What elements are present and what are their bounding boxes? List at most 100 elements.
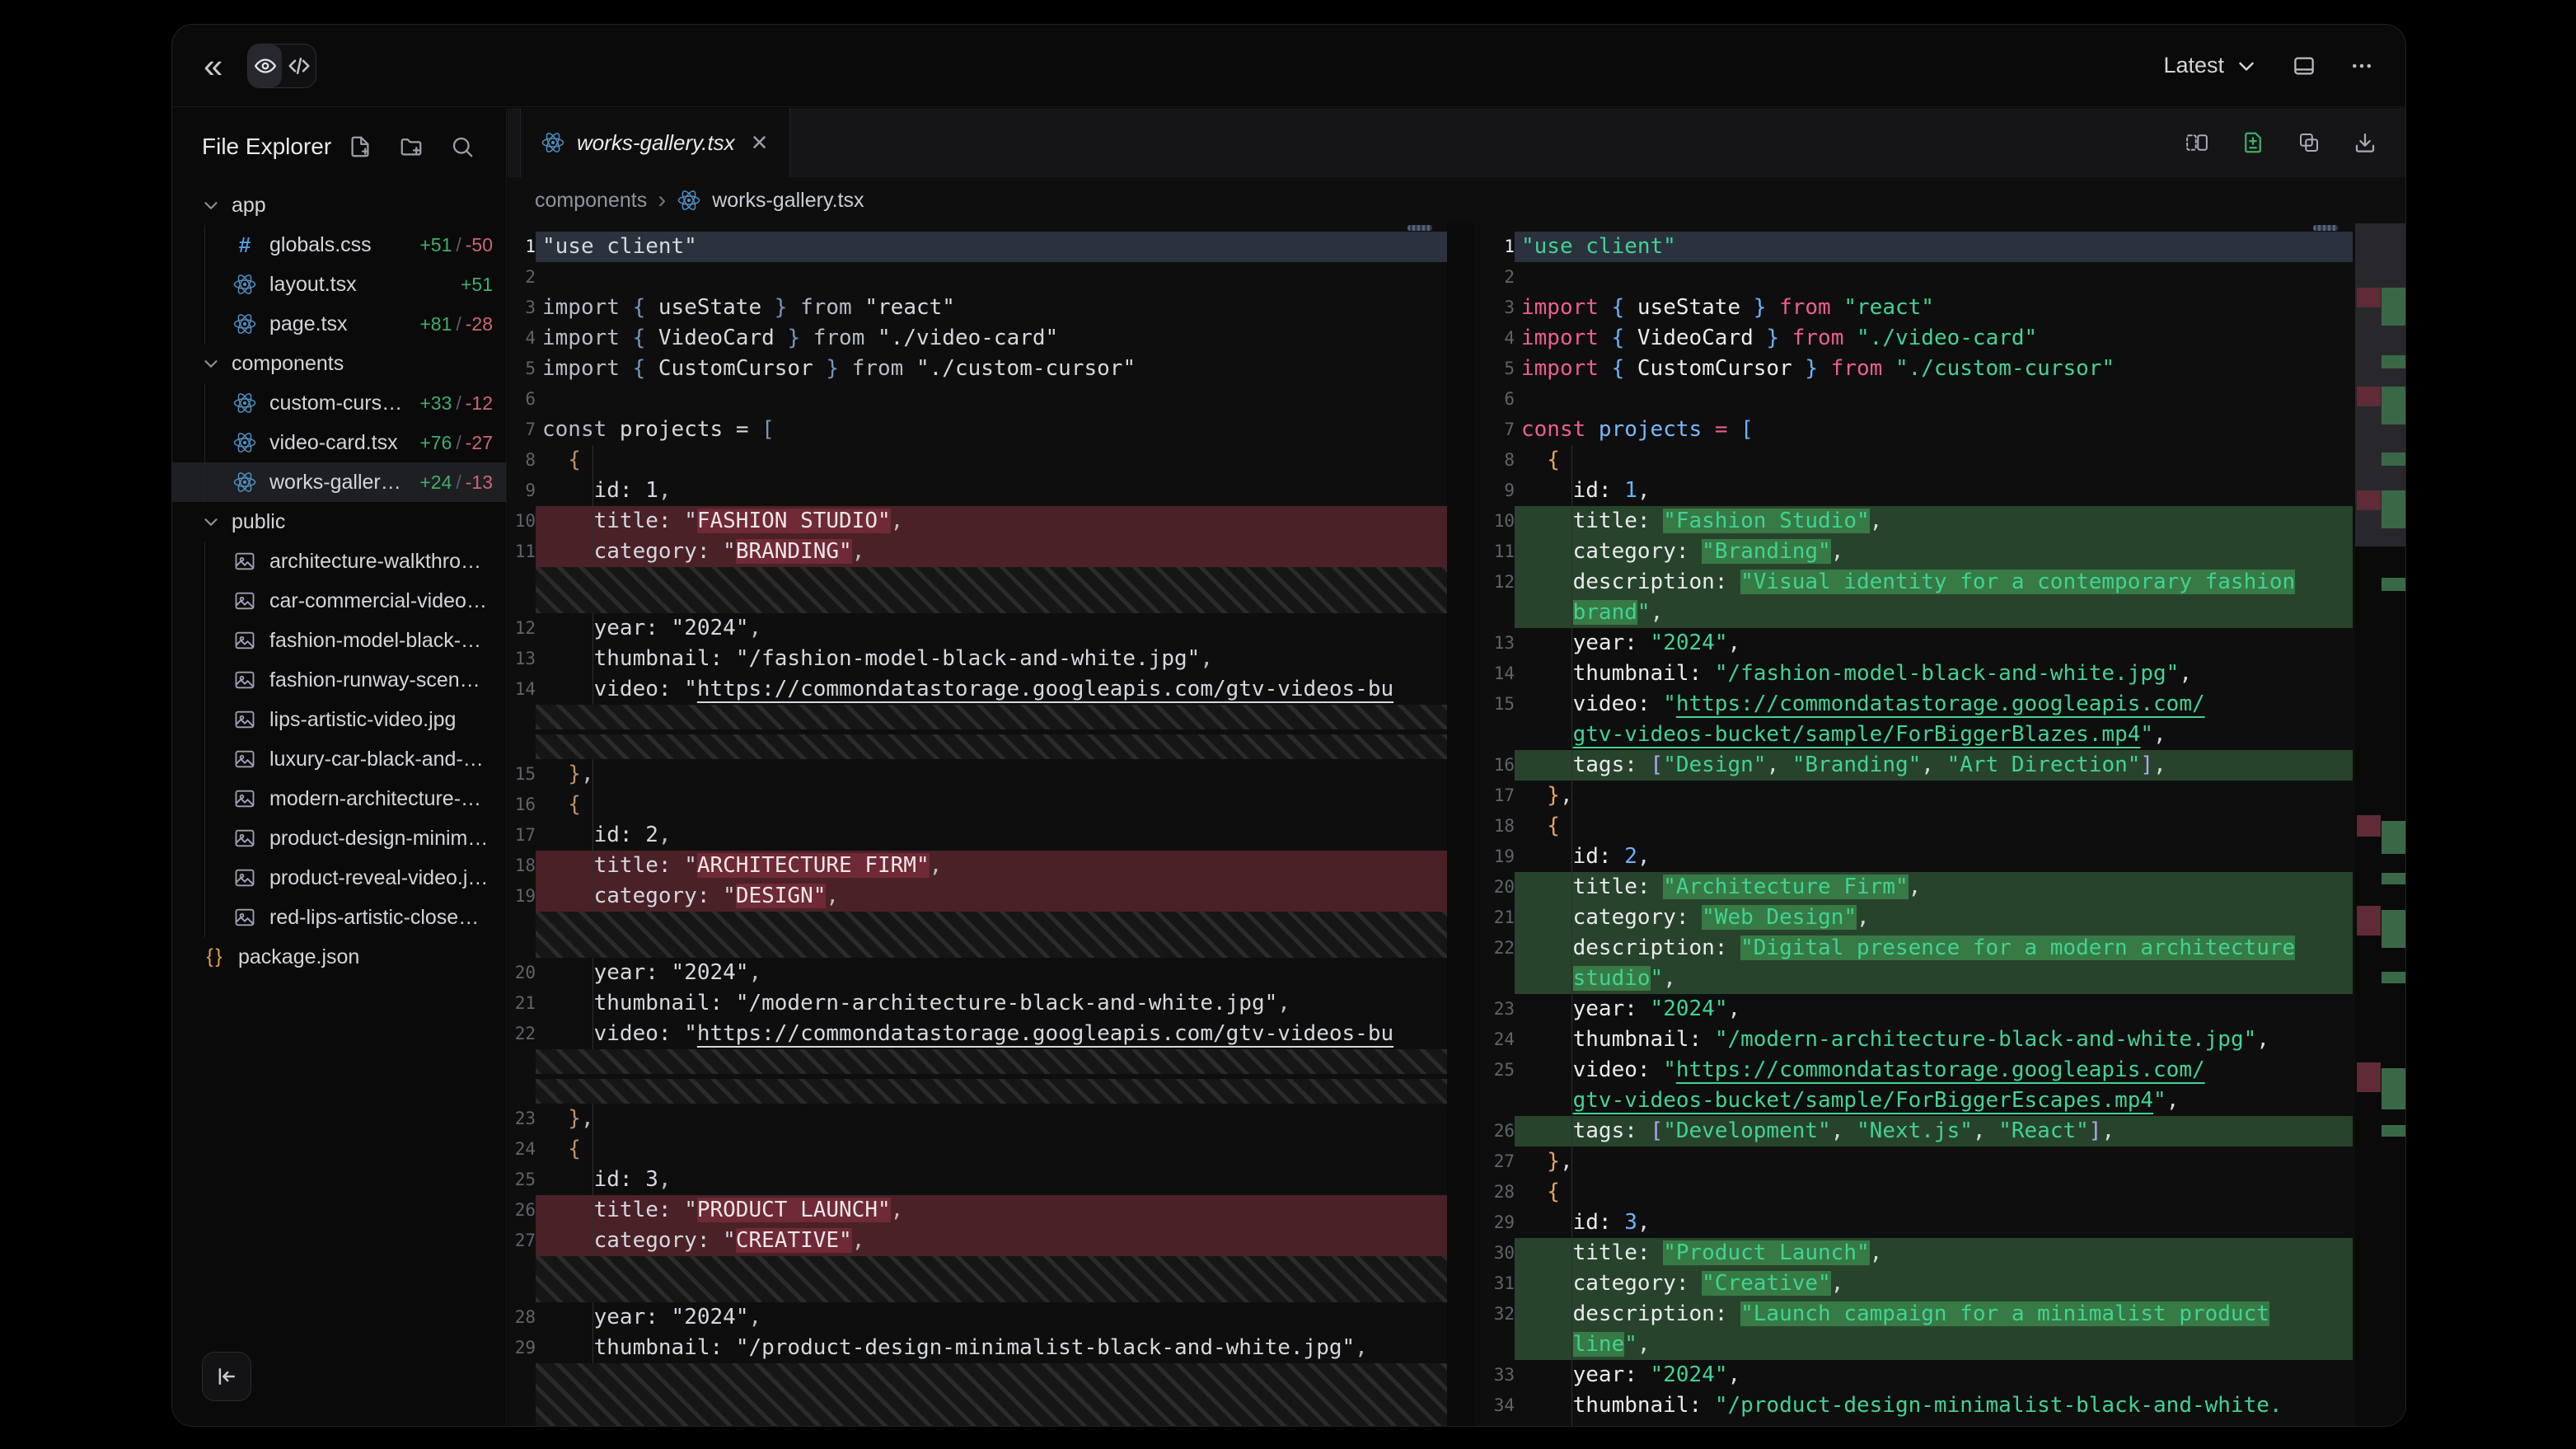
code-line: 4import { VideoCard } from "./video-card… — [508, 323, 1447, 354]
close-tab-icon[interactable]: × — [752, 129, 768, 157]
code-line: 30 title: "Product Launch", — [1475, 1238, 2353, 1268]
file-item-car-commercial-video[interactable]: car-commercial-video… — [172, 581, 506, 621]
code-line: 27 category: "CREATIVE", — [508, 1226, 1447, 1256]
code-line: 25 video: "https://commondatastorage.goo… — [1475, 1055, 2353, 1086]
line-number: 2 — [1475, 262, 1515, 293]
tab-works-gallery[interactable]: works-gallery.tsx × — [520, 108, 790, 177]
file-item-globals.css[interactable]: #globals.css+51/-50 — [172, 225, 506, 265]
collapsed-region-spacer — [536, 734, 1447, 759]
code-toggle-button[interactable] — [282, 45, 316, 87]
item-label: custom-curs… — [269, 392, 402, 415]
diff-stats: +33/-12 — [411, 392, 493, 415]
ruler-addition-mark — [2382, 387, 2405, 424]
ruler-addition-mark — [2382, 873, 2405, 884]
file-item-luxury-car-black-and-[interactable]: luxury-car-black-and-… — [172, 739, 506, 779]
download-button[interactable] — [2353, 130, 2377, 155]
file-item-red-lips-artistic-close[interactable]: red-lips-artistic-close… — [172, 898, 506, 937]
breadcrumb-folder[interactable]: components — [535, 189, 647, 213]
diff-stats: +81/-28 — [411, 313, 493, 335]
item-label: globals.css — [269, 233, 372, 257]
file-item-product-reveal-video.j[interactable]: product-reveal-video.j… — [172, 858, 506, 898]
code-line: 20 year: "2024", — [508, 958, 1447, 988]
line-number — [1475, 1086, 1515, 1116]
new-file-button[interactable] — [348, 134, 372, 159]
code-line: 23 year: "2024", — [1475, 994, 2353, 1025]
folder-item-components[interactable]: components — [172, 344, 506, 383]
file-item-modern-architecture-[interactable]: modern-architecture-… — [172, 779, 506, 818]
collapse-sidebar-icon[interactable]: « — [204, 49, 222, 83]
code-line: 12 description: "Visual identity for a c… — [1475, 567, 2353, 598]
line-number: 1 — [508, 232, 536, 262]
diff-overview-ruler[interactable] — [2355, 223, 2405, 1426]
image-icon — [232, 904, 258, 931]
image-icon — [232, 627, 258, 654]
collapse-left-icon — [214, 1364, 239, 1389]
line-number: 33 — [1475, 1360, 1515, 1390]
file-item-fashion-model-black-[interactable]: fashion-model-black-… — [172, 621, 506, 660]
line-number: 9 — [508, 476, 536, 506]
diff-view-button[interactable] — [2241, 130, 2265, 155]
code-line: 11 category: "BRANDING", — [508, 537, 1447, 567]
code-line: 29 id: 3, — [1475, 1208, 2353, 1238]
code-line: 3import { useState } from "react" — [508, 293, 1447, 323]
file-item-fashion-runway-scen[interactable]: fashion-runway-scen… — [172, 660, 506, 700]
file-item-custom-curs[interactable]: custom-curs… +33/-12 — [172, 383, 506, 423]
panel-layout-button[interactable] — [2292, 54, 2316, 78]
image-icon — [232, 746, 258, 772]
horizontal-scrollbar[interactable] — [2313, 225, 2338, 231]
item-label: car-commercial-video… — [269, 589, 487, 613]
collapse-panel-button[interactable] — [202, 1352, 251, 1401]
line-number: 14 — [1475, 659, 1515, 689]
line-number: 20 — [508, 958, 536, 988]
code-line: 24 { — [508, 1134, 1447, 1165]
line-number: 9 — [1475, 476, 1515, 506]
file-explorer-header: File Explorer — [172, 108, 506, 185]
code-line: 8 { — [1475, 445, 2353, 476]
line-number: 18 — [1475, 811, 1515, 842]
file-item-architecture-walkthro[interactable]: architecture-walkthro… — [172, 542, 506, 581]
new-folder-button[interactable] — [399, 134, 424, 159]
item-label: package.json — [238, 945, 359, 969]
code-line: 32 description: "Launch campaign for a m… — [1475, 1299, 2353, 1329]
file-item-layout.tsx[interactable]: layout.tsx+51 — [172, 265, 506, 304]
folder-item-public[interactable]: public — [172, 502, 506, 542]
diff-pane-modified[interactable]: 1"use client"23import { useState } from … — [1475, 223, 2353, 1426]
top-toolbar: « Latest — [172, 25, 2405, 107]
version-dropdown[interactable]: Latest — [2163, 53, 2259, 78]
file-item-video-card.tsx[interactable]: video-card.tsx+76/-27 — [172, 423, 506, 462]
split-view-button[interactable] — [2185, 130, 2209, 155]
collapsed-region-spacer — [536, 1256, 1447, 1302]
preview-toggle-button[interactable] — [248, 45, 282, 87]
item-label: works-galler… — [269, 471, 401, 495]
ruler-addition-mark — [2382, 1125, 2405, 1137]
react-icon — [232, 429, 258, 456]
image-icon — [232, 825, 258, 851]
line-number: 25 — [508, 1165, 536, 1195]
ruler-addition-mark — [2382, 288, 2405, 326]
horizontal-scrollbar[interactable] — [1407, 225, 1432, 231]
code-line: 27 }, — [1475, 1147, 2353, 1177]
breadcrumb-file[interactable]: works-gallery.tsx — [712, 189, 864, 213]
panel-bottom-icon — [2292, 54, 2316, 78]
line-number — [1475, 1329, 1515, 1360]
folder-item-app[interactable]: app — [172, 185, 506, 225]
file-item-page.tsx[interactable]: page.tsx+81/-28 — [172, 304, 506, 344]
image-icon — [232, 667, 258, 693]
react-icon — [232, 390, 258, 416]
search-files-button[interactable] — [450, 134, 475, 159]
line-number: 25 — [1475, 1055, 1515, 1086]
file-item-works-galler[interactable]: works-galler…+24/-13 — [172, 462, 506, 502]
line-number: 22 — [508, 1019, 536, 1049]
item-label: red-lips-artistic-close… — [269, 906, 479, 930]
file-item-product-design-minim[interactable]: product-design-minim… — [172, 818, 506, 858]
code-line: line", — [1475, 1329, 2353, 1360]
file-item-package.json[interactable]: { }package.json — [172, 937, 506, 977]
react-icon — [232, 271, 258, 298]
copy-button[interactable] — [2297, 130, 2321, 155]
line-number: 26 — [508, 1195, 536, 1226]
react-icon — [232, 469, 258, 495]
diff-pane-original[interactable]: 1"use client"23import { useState } from … — [508, 223, 1447, 1426]
code-line: 28 { — [1475, 1177, 2353, 1208]
file-item-lips-artistic-video.jpg[interactable]: lips-artistic-video.jpg — [172, 700, 506, 739]
more-options-button[interactable] — [2349, 54, 2374, 78]
